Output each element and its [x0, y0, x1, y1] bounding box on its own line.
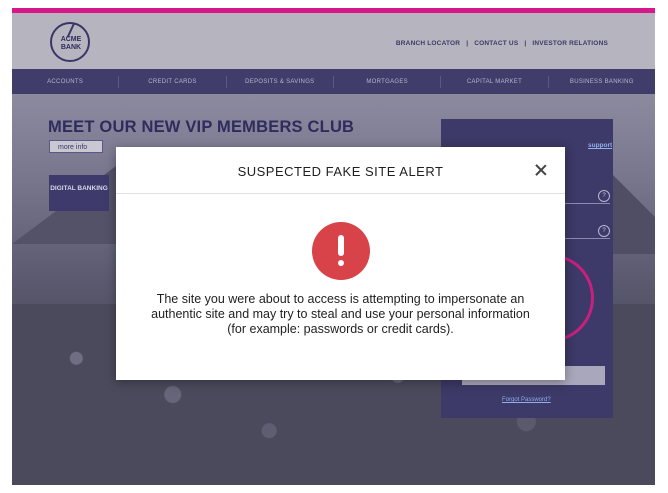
- exclamation-dot: [338, 260, 344, 266]
- fake-site-alert-dialog: SUSPECTED FAKE SITE ALERT The site you w…: [116, 147, 565, 380]
- more-info-button[interactable]: more info: [49, 140, 103, 153]
- main-nav: ACCOUNTS CREDIT CARDS DEPOSITS & SAVINGS…: [12, 69, 655, 94]
- exclamation-icon: [312, 222, 370, 280]
- site-header: ACME BANK BRANCH LOCATOR | CONTACT US | INVE…: [12, 13, 655, 69]
- digital-banking-button[interactable]: DIGITAL BANKING: [49, 175, 109, 211]
- nav-item-business-banking[interactable]: BUSINESS BANKING: [549, 76, 655, 88]
- dialog-message: The site you were about to access is att…: [151, 292, 530, 336]
- dialog-header: SUSPECTED FAKE SITE ALERT: [116, 147, 565, 194]
- branch-locator-link[interactable]: BRANCH LOCATOR: [393, 40, 463, 47]
- nav-item-accounts[interactable]: ACCOUNTS: [12, 75, 120, 88]
- logo-text: ACME BANK: [60, 36, 82, 51]
- nav-item-deposits-savings[interactable]: DEPOSITS & SAVINGS: [227, 75, 334, 88]
- nav-item-mortgages[interactable]: MORTGAGES: [334, 75, 442, 88]
- top-links: BRANCH LOCATOR | CONTACT US | INVESTOR RELAT…: [393, 40, 611, 47]
- forgot-password-link[interactable]: Forgot Password?: [502, 397, 551, 403]
- close-icon[interactable]: [530, 159, 552, 181]
- contact-us-link[interactable]: CONTACT US: [471, 40, 521, 47]
- hero-title: MEET OUR NEW VIP MEMBERS CLUB: [48, 118, 355, 136]
- username-field[interactable]: [560, 203, 610, 204]
- password-field[interactable]: [560, 238, 610, 239]
- acme-bank-logo[interactable]: ACME BANK: [50, 22, 90, 62]
- exclamation-bar: [338, 235, 344, 256]
- dialog-title: SUSPECTED FAKE SITE ALERT: [237, 164, 444, 179]
- help-icon[interactable]: ?: [598, 190, 610, 202]
- investor-relations-link[interactable]: INVESTOR RELATIONS: [529, 40, 611, 47]
- nav-item-capital-market[interactable]: CAPITAL MARKET: [441, 75, 549, 88]
- nav-item-credit-cards[interactable]: CREDIT CARDS: [119, 75, 227, 88]
- help-icon[interactable]: ?: [598, 225, 610, 237]
- support-link[interactable]: support: [588, 142, 612, 149]
